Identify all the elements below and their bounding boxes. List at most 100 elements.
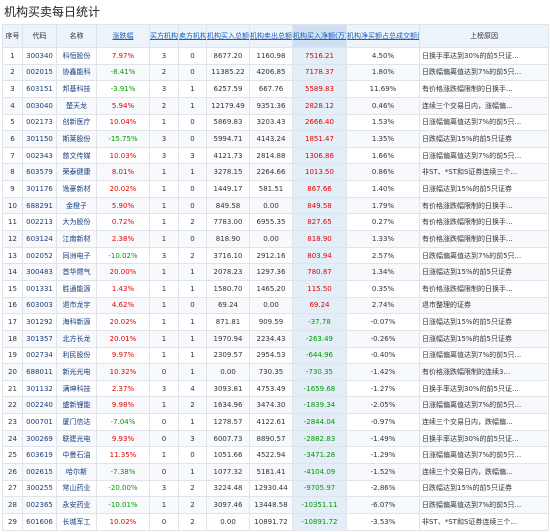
cell-name[interactable]: 同洲电子 xyxy=(56,246,97,265)
cell-change: 5.90% xyxy=(96,196,150,215)
table-row[interactable]: 28 002365 永安药业 -10.01% 1 2 3097.46 13448.58 -103… xyxy=(2,496,549,514)
header-buy-total[interactable]: 机构买入总额(万) xyxy=(206,24,250,48)
cell-name[interactable]: 厦门信达 xyxy=(56,413,97,431)
cell-name[interactable]: 科恒股份 xyxy=(56,47,97,65)
table-row[interactable]: 14 300483 首华燃气 20.00% 1 1 2078.23 1297.36 780.87… xyxy=(2,263,549,281)
cell-name[interactable]: 斯莱股份 xyxy=(56,130,97,148)
cell-reason: 有价格涨跌幅限制的连续3... xyxy=(419,363,549,381)
cell-name[interactable]: 盛新锂能 xyxy=(56,396,97,415)
table-row[interactable]: 4 003040 楚天龙 5.94% 2 1 12179.49 9351.36 2828.12 0… xyxy=(2,96,549,115)
cell-code[interactable]: 603124 xyxy=(22,230,57,248)
cell-code[interactable]: 603619 xyxy=(22,446,57,465)
cell-name[interactable]: 利民股份 xyxy=(56,346,97,365)
cell-code[interactable]: 001331 xyxy=(22,279,57,298)
cell-code[interactable]: 002734 xyxy=(22,346,57,365)
table-row[interactable]: 6 301150 斯莱股份 -15.75% 3 0 5994.71 4143.24 1851.4… xyxy=(2,130,549,148)
header-change-pct[interactable]: 涨跌幅 xyxy=(96,24,150,48)
table-row[interactable]: 11 002213 大为股份 0.72% 1 2 7783.00 6955.35 827.65 0… xyxy=(2,213,549,232)
table-row[interactable]: 8 603579 荣泰健康 8.01% 1 1 3278.15 2264.66 1013.50 0… xyxy=(2,163,549,182)
cell-name[interactable]: 大为股份 xyxy=(56,213,97,232)
cell-code[interactable]: 002052 xyxy=(22,246,57,265)
table-row[interactable]: 1 300340 科恒股份 7.97% 3 0 8677.20 1160.98 7516.21 4… xyxy=(2,47,549,65)
cell-name[interactable]: 金橙子 xyxy=(56,196,97,215)
header-net-buy[interactable]: 机构买入净额(万)▲▼ xyxy=(292,24,347,48)
cell-name[interactable]: 北方长龙 xyxy=(56,329,97,348)
cell-code[interactable]: 688011 xyxy=(22,363,57,381)
cell-net-ratio: 1.80% xyxy=(346,63,420,82)
table-row[interactable]: 7 002343 慈文传媒 10.03% 3 3 4121.73 2814.88 1306.86… xyxy=(2,146,549,165)
cell-name[interactable]: 协鑫能科 xyxy=(56,63,97,82)
table-row[interactable]: 29 601606 长城军工 10.02% 0 2 0.00 10891.72 -10891.7… xyxy=(2,512,549,531)
table-row[interactable]: 3 603151 邦基科技 -3.91% 3 1 6257.59 667.76 5589.83 1… xyxy=(2,80,549,98)
cell-name[interactable]: 邦基科技 xyxy=(56,80,97,98)
cell-code[interactable]: 300255 xyxy=(22,479,57,498)
cell-code[interactable]: 301132 xyxy=(22,379,57,398)
cell-code[interactable]: 002343 xyxy=(22,146,57,165)
cell-sell-total: 3203.43 xyxy=(249,113,293,132)
cell-name[interactable]: 荣泰健康 xyxy=(56,163,97,182)
cell-name[interactable]: 长城军工 xyxy=(56,512,97,531)
cell-name[interactable]: 海科新源 xyxy=(56,313,97,331)
cell-name[interactable]: 江南新材 xyxy=(56,230,97,248)
cell-code[interactable]: 002365 xyxy=(22,496,57,514)
cell-name[interactable]: 联建光电 xyxy=(56,429,97,448)
cell-code[interactable]: 002615 xyxy=(22,463,57,481)
cell-name[interactable]: 新光光电 xyxy=(56,363,97,381)
cell-index: 24 xyxy=(2,429,23,448)
table-row[interactable]: 10 688291 金橙子 5.90% 1 0 849.58 0.00 849.58 1.79% 有… xyxy=(2,196,549,215)
table-row[interactable]: 9 301176 逸豪新材 20.02% 1 0 1449.17 581.51 867.66 1.… xyxy=(2,180,549,198)
cell-code[interactable]: 300483 xyxy=(22,263,57,281)
cell-code[interactable]: 002213 xyxy=(22,213,57,232)
cell-code[interactable]: 603003 xyxy=(22,296,57,315)
table-row[interactable]: 26 002615 哈尔斯 -7.38% 0 1 1077.32 5181.41 -4104.0… xyxy=(2,463,549,481)
table-row[interactable]: 12 603124 江南新材 2.38% 1 0 818.90 0.00 818.90 1.33%… xyxy=(2,230,549,248)
cell-code[interactable]: 301357 xyxy=(22,329,57,348)
cell-name[interactable]: 中曼石油 xyxy=(56,446,97,465)
table-row[interactable]: 27 300255 常山药业 -20.00% 3 2 3224.48 12930.44 -970… xyxy=(2,479,549,498)
cell-code[interactable]: 002015 xyxy=(22,63,57,82)
cell-name[interactable]: 楚天龙 xyxy=(56,96,97,115)
cell-name[interactable]: 满坤科技 xyxy=(56,379,97,398)
table-row[interactable]: 16 603003 退市龙宇 4.62% 1 0 69.24 0.00 69.24 2.74% 退市… xyxy=(2,296,549,315)
table-row[interactable]: 19 002734 利民股份 9.97% 1 1 2309.57 2954.53 -644.96… xyxy=(2,346,549,365)
cell-code[interactable]: 603151 xyxy=(22,80,57,98)
cell-code[interactable]: 301150 xyxy=(22,130,57,148)
table-row[interactable]: 5 002173 创新医疗 10.04% 1 0 5869.83 3203.43 2666.40… xyxy=(2,113,549,132)
cell-code[interactable]: 688291 xyxy=(22,196,57,215)
table-row[interactable]: 22 002240 盛新锂能 9.98% 1 2 1634.96 3474.30 -1839.3… xyxy=(2,396,549,415)
header-sell-total[interactable]: 机构卖出总额(万) xyxy=(249,24,293,48)
table-row[interactable]: 24 300269 联建光电 9.93% 0 3 6007.73 8890.57 -2882.8… xyxy=(2,429,549,448)
cell-name[interactable]: 哈尔斯 xyxy=(56,463,97,481)
cell-code[interactable]: 301176 xyxy=(22,180,57,198)
cell-name[interactable]: 首华燃气 xyxy=(56,263,97,281)
header-buy-inst-count[interactable]: 买方机构数 xyxy=(149,24,179,48)
cell-name[interactable]: 退市龙宇 xyxy=(56,296,97,315)
cell-code[interactable]: 300340 xyxy=(22,47,57,65)
cell-name[interactable]: 逸豪新材 xyxy=(56,180,97,198)
cell-code[interactable]: 601606 xyxy=(22,512,57,531)
table-row[interactable]: 21 301132 满坤科技 2.37% 3 4 3093.81 4753.49 -1659.6… xyxy=(2,379,549,398)
cell-name[interactable]: 创新医疗 xyxy=(56,113,97,132)
header-net-ratio[interactable]: 机构净买额占总成交额比 xyxy=(346,24,420,48)
table-row[interactable]: 2 002015 协鑫能科 -8.41% 2 0 11385.22 4206.85 7178.3… xyxy=(2,63,549,82)
table-row[interactable]: 20 688011 新光光电 10.32% 0 1 0.00 730.35 -730.35 -1.… xyxy=(2,363,549,381)
table-row[interactable]: 25 603619 中曼石油 11.35% 1 0 1051.66 4522.94 -3471.… xyxy=(2,446,549,465)
cell-name[interactable]: 胜通能源 xyxy=(56,279,97,298)
cell-code[interactable]: 603579 xyxy=(22,163,57,182)
header-sell-inst-count[interactable]: 卖方机构数 xyxy=(178,24,207,48)
table-row[interactable]: 17 301292 海科新源 20.02% 1 1 871.81 909.59 -37.78 -0… xyxy=(2,313,549,331)
cell-code[interactable]: 002240 xyxy=(22,396,57,415)
table-row[interactable]: 18 301357 北方长龙 20.01% 1 1 1970.94 2234.43 -263.4… xyxy=(2,329,549,348)
cell-code[interactable]: 300269 xyxy=(22,429,57,448)
cell-name[interactable]: 永安药业 xyxy=(56,496,97,514)
cell-name[interactable]: 慈文传媒 xyxy=(56,146,97,165)
cell-buy-total: 69.24 xyxy=(206,296,250,315)
table-row[interactable]: 15 001331 胜通能源 1.43% 1 1 1580.70 1465.20 115.50 0… xyxy=(2,279,549,298)
cell-code[interactable]: 000701 xyxy=(22,413,57,431)
table-row[interactable]: 23 000701 厦门信达 -7.04% 0 1 1278.57 4122.61 -2844.… xyxy=(2,413,549,431)
table-row[interactable]: 13 002052 同洲电子 -10.02% 3 2 3716.10 2912.16 803.9… xyxy=(2,246,549,265)
cell-name[interactable]: 常山药业 xyxy=(56,479,97,498)
cell-code[interactable]: 003040 xyxy=(22,96,57,115)
cell-code[interactable]: 301292 xyxy=(22,313,57,331)
cell-code[interactable]: 002173 xyxy=(22,113,57,132)
